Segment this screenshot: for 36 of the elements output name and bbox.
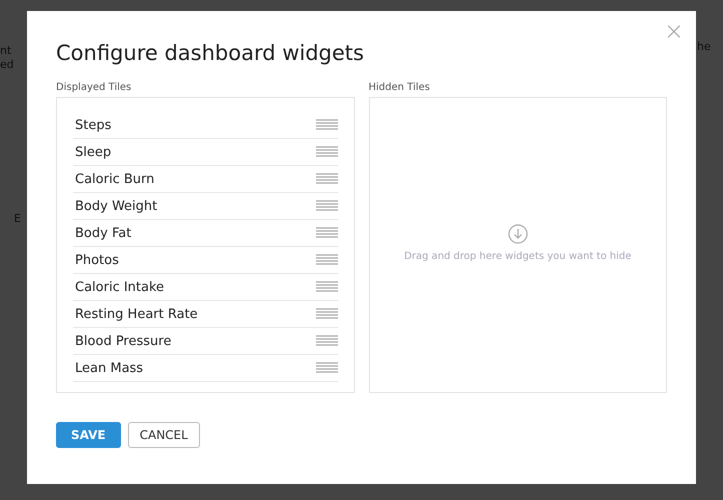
drag-handle-icon[interactable] (316, 335, 338, 347)
tile-row[interactable]: Body Fat (73, 220, 338, 247)
drag-handle-icon[interactable] (316, 254, 338, 266)
dialog-title: Configure dashboard widgets (56, 41, 365, 65)
save-button[interactable]: SAVE (56, 422, 121, 448)
tile-label: Caloric Intake (75, 280, 164, 294)
drag-handle-icon[interactable] (316, 227, 338, 239)
drag-handle-icon[interactable] (316, 200, 338, 212)
tile-label: Sleep (75, 144, 112, 160)
dropzone-hint: Drag and drop here widgets you want to hide (404, 251, 632, 262)
tile-row[interactable]: Body Weight (73, 193, 338, 220)
tile-row[interactable]: Blood Pressure (73, 328, 338, 355)
drag-handle-icon[interactable] (316, 362, 338, 374)
tile-label: Lean Mass (75, 360, 144, 376)
tile-row[interactable]: Lean Mass (73, 355, 338, 382)
tile-label: Steps (75, 118, 112, 132)
tile-label: Body Weight (75, 198, 158, 214)
tile-label: Body Fat (75, 226, 132, 240)
cancel-button[interactable]: CANCEL (128, 422, 200, 448)
section-label: Hidden Tiles (368, 82, 431, 93)
tile-label: Photos (75, 252, 119, 268)
drag-handle-icon[interactable] (316, 146, 338, 158)
tile-label: Caloric Burn (75, 172, 154, 186)
drag-handle-icon[interactable] (316, 173, 338, 185)
tile-row[interactable]: Resting Heart Rate (73, 301, 338, 328)
drag-handle-icon[interactable] (316, 119, 338, 131)
drag-handle-icon[interactable] (316, 308, 338, 320)
tile-row[interactable]: Photos (73, 247, 338, 274)
tile-row[interactable]: Steps (73, 112, 338, 139)
tile-row[interactable]: Caloric Intake (73, 274, 338, 301)
tile-label: Resting Heart Rate (75, 306, 198, 322)
drag-handle-icon[interactable] (316, 281, 338, 293)
section-label: Displayed Tiles (56, 82, 132, 93)
tile-row[interactable]: Caloric Burn (73, 166, 338, 193)
tile-label: Blood Pressure (75, 334, 172, 348)
tile-row[interactable]: Sleep (73, 139, 338, 166)
